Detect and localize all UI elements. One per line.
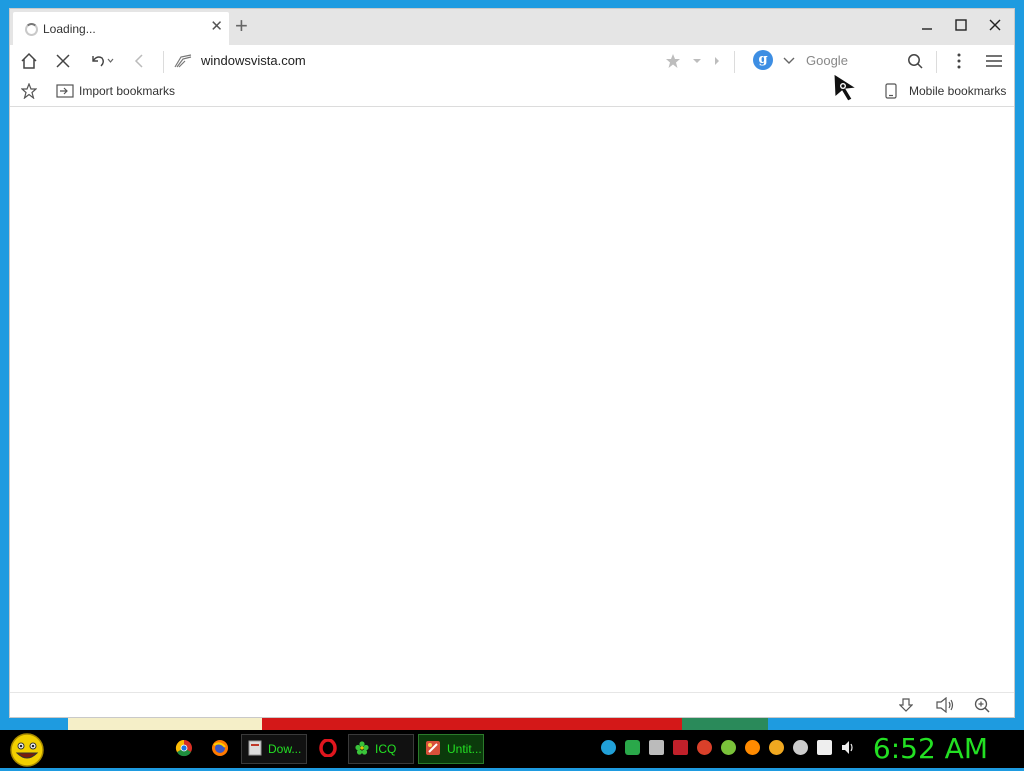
search-box[interactable]: Google xyxy=(806,53,848,68)
taskbar-button-label: ICQ xyxy=(375,742,397,756)
bookmarks-bar: Import bookmarks Mobile bookmarks xyxy=(10,77,1014,107)
maximize-icon xyxy=(955,19,967,31)
favorite-star-icon[interactable] xyxy=(662,51,684,71)
icq-flower-icon xyxy=(355,740,369,758)
clock[interactable]: 6:52 AM xyxy=(873,732,988,765)
toolbar-divider xyxy=(163,51,164,73)
tab-loading[interactable]: Loading... ✕ xyxy=(13,12,229,45)
shield-tray-icon[interactable] xyxy=(625,740,640,755)
taskbar-button-label: Dow... xyxy=(268,742,302,756)
taskbar-button-icq[interactable]: ICQ xyxy=(348,734,414,764)
plus-tray-icon[interactable] xyxy=(721,740,736,755)
network-tray-icon[interactable] xyxy=(817,740,832,755)
start-button[interactable] xyxy=(8,732,46,768)
loading-spinner-icon xyxy=(25,23,38,36)
opera-icon[interactable] xyxy=(319,738,337,758)
mouse-cursor-icon xyxy=(832,72,860,105)
firefox-icon[interactable] xyxy=(211,739,229,757)
desktop-background xyxy=(10,716,1024,730)
maximize-button[interactable] xyxy=(944,17,978,37)
block-tray-icon[interactable] xyxy=(697,740,712,755)
bluetooth-tray-icon[interactable] xyxy=(601,740,616,755)
minus-tray-icon[interactable] xyxy=(793,740,808,755)
address-bar[interactable]: windowsvista.com xyxy=(201,53,306,68)
document-icon xyxy=(248,740,262,759)
home-icon[interactable] xyxy=(18,51,40,71)
tab-title: Loading... xyxy=(43,22,96,36)
title-bar: Loading... ✕ + xyxy=(10,9,1014,45)
download-icon[interactable] xyxy=(897,696,915,714)
mobile-bookmarks-link[interactable]: Mobile bookmarks xyxy=(909,84,1006,98)
more-options-icon[interactable] xyxy=(948,51,970,71)
taskbar-button-label: Untit... xyxy=(447,742,482,756)
taskbar: Dow... ICQ Untit... 6:52 AM xyxy=(0,730,1024,768)
site-identity-icon[interactable] xyxy=(172,51,194,71)
back-icon[interactable] xyxy=(128,51,150,71)
dropdown-arrow-icon[interactable] xyxy=(686,51,708,71)
desktop-wallpaper-block xyxy=(262,716,682,730)
toolbar-divider xyxy=(936,51,937,73)
page-content xyxy=(10,107,1014,695)
chevron-down-icon[interactable] xyxy=(778,51,800,71)
paint-icon xyxy=(425,740,441,759)
close-window-button[interactable] xyxy=(978,17,1012,37)
volume-icon[interactable] xyxy=(934,696,956,714)
forward-icon[interactable] xyxy=(706,51,728,71)
device-tray-icon[interactable] xyxy=(649,740,664,755)
minimize-button[interactable] xyxy=(910,17,944,37)
acrobat-tray-icon[interactable] xyxy=(673,740,688,755)
search-tray-icon[interactable] xyxy=(745,740,760,755)
search-icon[interactable] xyxy=(904,51,926,71)
undo-close-tab-icon[interactable] xyxy=(88,51,116,71)
import-bookmarks-link[interactable]: Import bookmarks xyxy=(79,84,175,98)
browser-window: Loading... ✕ + windowsvista.com g Google… xyxy=(9,8,1015,718)
status-bar xyxy=(10,692,1014,717)
new-tab-button[interactable]: + xyxy=(235,13,248,39)
stop-loading-icon[interactable] xyxy=(52,51,74,71)
navigation-toolbar: windowsvista.com g Google xyxy=(10,45,1014,77)
smiley-start-icon xyxy=(10,733,44,767)
close-tab-icon[interactable]: ✕ xyxy=(210,19,223,35)
hamburger-menu-icon[interactable] xyxy=(983,51,1005,71)
import-icon xyxy=(54,81,76,101)
desktop-wallpaper-block xyxy=(68,716,268,730)
taskbar-button-download[interactable]: Dow... xyxy=(241,734,307,764)
chrome-icon[interactable] xyxy=(175,739,193,757)
close-icon xyxy=(989,19,1001,31)
search-engine-icon[interactable]: g xyxy=(753,50,773,70)
minimize-icon xyxy=(922,28,932,30)
bookmark-star-icon[interactable] xyxy=(18,81,40,101)
zoom-in-icon[interactable] xyxy=(973,696,991,714)
speaker-tray-icon[interactable] xyxy=(841,740,856,755)
toolbar-divider xyxy=(734,51,735,73)
mobile-device-icon xyxy=(880,81,902,101)
taskbar-button-paint[interactable]: Untit... xyxy=(418,734,484,764)
desktop-wallpaper-block xyxy=(682,716,768,730)
clock-tray-icon[interactable] xyxy=(769,740,784,755)
